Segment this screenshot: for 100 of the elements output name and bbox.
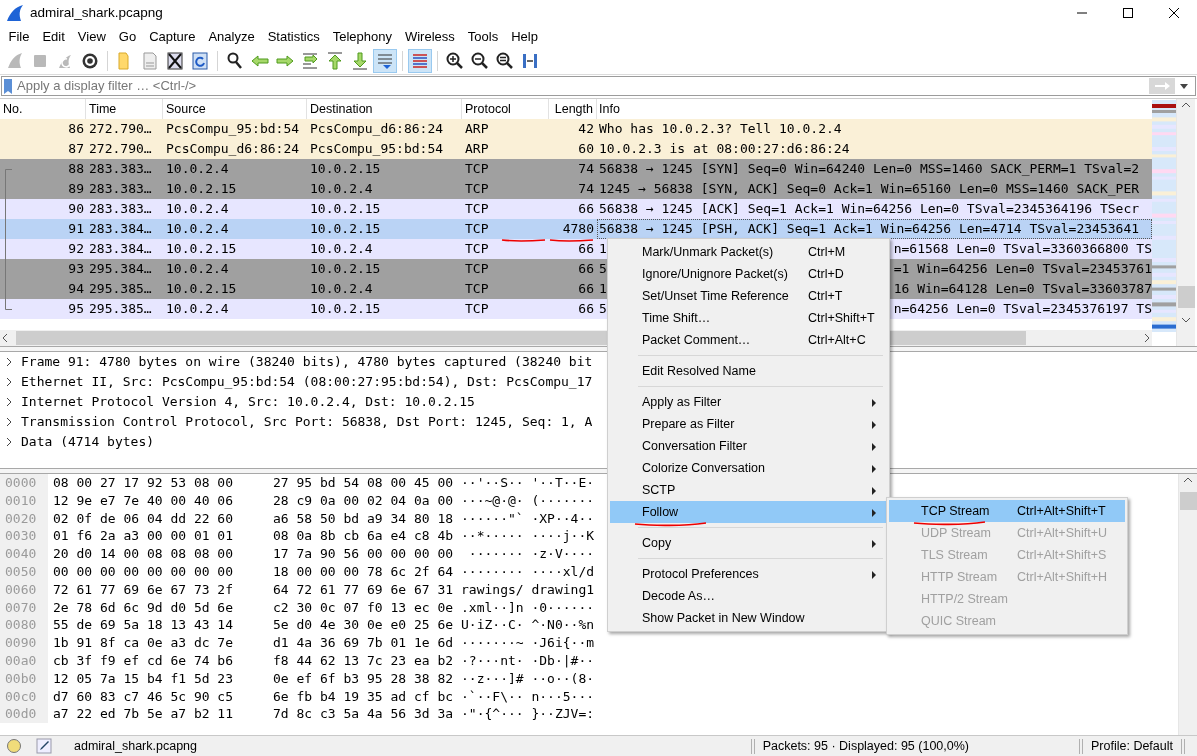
expand-icon[interactable] [4,357,14,367]
close-file-icon[interactable] [165,51,185,71]
packet-row[interactable]: 89 283.383… 10.0.2.15 10.0.2.4 TCP 74 1245 → 56838 [SYN, ACK] Seq=0 Ack=1 Win=65160 Len=0 MSS=1460 SACK_PER [0,179,1152,199]
reload-icon[interactable] [190,51,210,71]
hex-bytes[interactable]: 5e d0 4e 30 0e e0 25 6e [273,616,454,635]
menu-item[interactable]: Apply as Filter [610,391,887,413]
scrollbar-thumb[interactable] [1177,286,1195,308]
hex-bytes[interactable]: 64 72 61 77 69 6e 67 31 [273,580,454,599]
ascii-text[interactable]: ······"` ·XP··4·· [461,509,595,528]
tree-item[interactable]: Ethernet II, Src: PcsCompu_95:bd:54 (08:00:27:95:bd:54), Dst: PcsCompu_17 [21,372,593,392]
tree-item[interactable]: Internet Protocol Version 4, Src: 10.0.2.4, Dst: 10.0.2.15 [21,392,475,412]
hex-bytes[interactable]: 08 0a 8b cb 6a e4 c8 4b [273,527,454,546]
hex-bytes[interactable]: 01 f6 2a a3 00 00 01 01 [53,527,233,546]
menu-item[interactable]: Analyze [201,26,262,48]
search-icon[interactable] [225,51,245,71]
menu-item[interactable]: Edit [35,26,72,48]
hex-bytes[interactable]: 72 61 77 69 6e 67 73 2f [53,580,233,599]
tree-item[interactable]: Data (4714 bytes) [21,432,155,452]
zoom-in-icon[interactable] [445,51,465,71]
hex-bytes[interactable]: 7d 8c c3 5a 4a 56 3d 3a [273,705,454,724]
close-icon[interactable] [1168,7,1180,19]
menu-item[interactable]: Decode As… [610,585,887,607]
menu-item[interactable]: Protocol Preferences [610,563,887,585]
packet-row[interactable]: 88 283.383… 10.0.2.4 10.0.2.15 TCP 74 56838 → 1245 [SYN] Seq=0 Win=64240 Len=0 MSS=1460 SACK_PERM=1 TSval=2 [0,159,1152,179]
down-arrow-icon[interactable] [350,51,370,71]
ascii-text[interactable]: ·`··F\·· n···5··· [461,687,595,706]
menu-item[interactable]: Edit Resolved Name [610,360,887,382]
menu-item[interactable]: Help [504,26,545,48]
expand-icon[interactable] [4,397,14,407]
column-header[interactable]: Info [597,99,1152,119]
hex-bytes[interactable]: 00 00 00 00 00 00 00 00 [53,563,233,581]
ascii-text[interactable]: ··'··S·· '··T··E· [461,474,595,492]
menu-item[interactable]: Copy [610,532,887,554]
menu-item[interactable]: Wireless [398,26,462,48]
vertical-scrollbar[interactable] [1176,99,1195,346]
hex-bytes[interactable]: 0e ef 6f b3 95 28 38 82 [273,669,454,688]
ascii-text[interactable]: ·?···nt· ·Db·|#·· [461,651,595,670]
hex-bytes[interactable]: 1b 91 8f ca 0e a3 dc 7e [53,634,233,652]
hex-bytes[interactable]: 17 7a 90 56 00 00 00 00 [273,545,454,563]
hex-bytes[interactable]: f8 44 62 13 7c 23 ea b2 [273,651,454,670]
menu-item[interactable]: View [71,26,113,48]
ascii-text[interactable]: ··z···]# ··o··(8· [461,669,595,688]
ascii-text[interactable]: ·······~ ·J6i{··m [461,634,595,652]
up-arrow-icon[interactable] [325,51,345,71]
tree-item[interactable]: Frame 91: 4780 bytes on wire (38240 bits), 4780 bytes captured (38240 bit [21,352,593,372]
hex-bytes[interactable]: 20 d0 14 00 08 08 08 00 [53,545,233,563]
vertical-scrollbar[interactable] [1178,474,1197,735]
menu-item[interactable]: Statistics [261,26,327,48]
ascii-text[interactable]: rawings/ drawing1 [461,580,595,599]
zoom-reset-icon[interactable] [495,51,515,71]
hex-bytes[interactable]: 2e 78 6d 6c 9d d0 5d 6e [53,598,233,617]
hex-bytes[interactable]: d1 4a 36 69 7b 01 1e 6d [273,634,454,652]
gear-icon[interactable] [80,51,100,71]
ascii-text[interactable]: ······· ·z·V···· [461,545,595,563]
menu-item[interactable]: File [2,26,36,48]
ascii-text[interactable]: ···~@·@· (······· [461,491,595,510]
tree-item[interactable]: Transmission Control Protocol, Src Port: 56838, Dst Port: 1245, Seq: 1, A [21,412,593,432]
menu-item[interactable]: Prepare as Filter [610,413,887,435]
menu-item[interactable]: Conversation Filter [610,435,887,457]
menu-item[interactable]: Colorize Conversation [610,457,887,479]
hex-bytes[interactable]: c2 30 0c 07 f0 13 ec 0e [273,598,454,617]
expand-icon[interactable] [4,417,14,427]
hex-bytes[interactable]: 27 95 bd 54 08 00 45 00 [273,474,454,492]
menu-item[interactable]: Packet Comment… Ctrl+Alt+C [610,329,887,351]
expand-icon[interactable] [4,437,14,447]
menu-item[interactable]: Show Packet in New Window [610,607,887,629]
menu-item[interactable]: SCTP [610,479,887,501]
pencil-icon[interactable] [36,738,52,754]
menu-item[interactable]: Go [112,26,143,48]
scrollbar-thumb[interactable] [1179,492,1197,510]
caret-icon[interactable] [1179,82,1189,90]
packet-row[interactable]: 86 272.790… PcsCompu_95:bd:54 PcsCompu_d6:86:24 ARP 42 Who has 10.0.2.3? Tell 10.0.2.4 [0,119,1152,139]
resize-columns-icon[interactable] [520,51,540,71]
ascii-text[interactable]: ········ ····xl/d [461,563,595,581]
hex-bytes[interactable]: 12 05 7a 15 b4 f1 5d 23 [53,669,233,688]
menu-item[interactable]: Tools [461,26,505,48]
hex-bytes[interactable]: 18 00 00 00 78 6c 2f 64 [273,563,454,581]
ascii-text[interactable]: U·iZ··C· ^·N0··%n [461,616,595,635]
maximize-icon[interactable] [1122,7,1134,19]
menu-item[interactable]: Capture [142,26,202,48]
ascii-text[interactable]: .xml··]n ·0······ [461,598,595,617]
profile-label[interactable]: Profile: Default [1091,736,1173,756]
hex-bytes[interactable]: cb 3f f9 ef cd 6e 74 b6 [53,651,233,670]
hex-bytes[interactable]: 28 c9 0a 00 02 04 0a 00 [273,491,454,510]
jump-arrow-icon[interactable] [300,51,320,71]
hex-bytes[interactable]: 55 de 69 5a 18 13 43 14 [53,616,233,635]
hex-bytes[interactable]: 12 9e e7 7e 40 00 40 06 [53,491,233,510]
hex-bytes[interactable]: 08 00 27 17 92 53 08 00 [53,474,233,492]
packet-row[interactable]: 90 283.383… 10.0.2.4 10.0.2.15 TCP 66 56838 → 1245 [ACK] Seq=1 Ack=1 Win=64256 Len=0 TSval=2345364196 TSecr [0,199,1152,219]
packet-row[interactable]: 87 272.790… PcsCompu_d6:86:24 PcsCompu_95:bd:54 ARP 60 10.0.2.3 is at 08:00:27:d6:86:24 [0,139,1152,159]
expand-icon[interactable] [4,377,14,387]
status-light-icon[interactable] [6,738,22,754]
menu-item[interactable]: Telephony [326,26,399,48]
hex-bytes[interactable]: a7 22 ed 7b 5e a7 b2 11 [53,705,233,724]
packet-row[interactable]: 91 283.384… 10.0.2.4 10.0.2.15 TCP 4780 56838 → 1245 [PSH, ACK] Seq=1 Ack=1 Win=64256 Len=4714 TSval=23453641 [0,219,1152,239]
ascii-text[interactable]: ·"·{^··· }··ZJV=: [461,705,595,724]
hex-bytes[interactable]: 6e fb b4 19 35 ad cf bc [273,687,454,706]
hex-bytes[interactable]: a6 58 50 bd a9 34 80 18 [273,509,454,528]
zoom-out-icon[interactable] [470,51,490,71]
hex-bytes[interactable]: d7 60 83 c7 46 5c 90 c5 [53,687,233,706]
